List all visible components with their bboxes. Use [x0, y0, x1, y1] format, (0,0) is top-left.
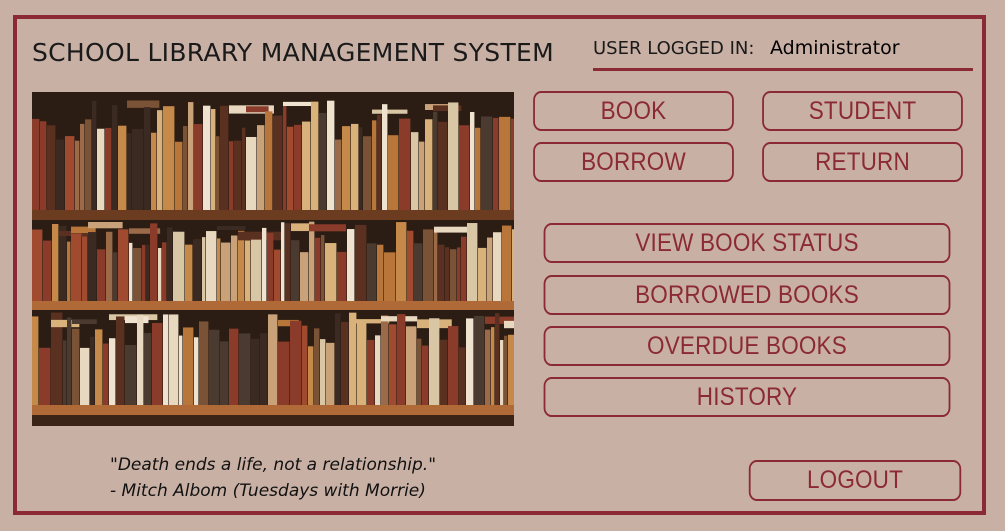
user-divider — [593, 68, 973, 71]
student-button[interactable]: STUDENT — [762, 91, 963, 131]
user-logged-in-label: USER LOGGED IN: — [593, 38, 755, 59]
bookshelf-image — [32, 92, 514, 426]
quote-text: "Death ends a life, not a relationship." — [110, 455, 437, 475]
return-button[interactable]: RETURN — [762, 142, 963, 182]
overdue-books-button[interactable]: OVERDUE BOOKS — [543, 326, 951, 366]
borrowed-books-button[interactable]: BORROWED BOOKS — [543, 275, 951, 315]
book-button[interactable]: BOOK — [533, 91, 734, 131]
app-title: SCHOOL LIBRARY MANAGEMENT SYSTEM — [32, 38, 554, 67]
quote: "Death ends a life, not a relationship."… — [110, 452, 436, 504]
borrow-button[interactable]: BORROW — [533, 142, 734, 182]
view-book-status-button[interactable]: VIEW BOOK STATUS — [543, 223, 951, 263]
user-logged-in-value: Administrator — [770, 37, 900, 59]
quote-attribution: - Mitch Albom (Tuesdays with Morrie) — [110, 481, 426, 501]
logout-button[interactable]: LOGOUT — [748, 460, 962, 501]
history-button[interactable]: HISTORY — [543, 377, 951, 417]
